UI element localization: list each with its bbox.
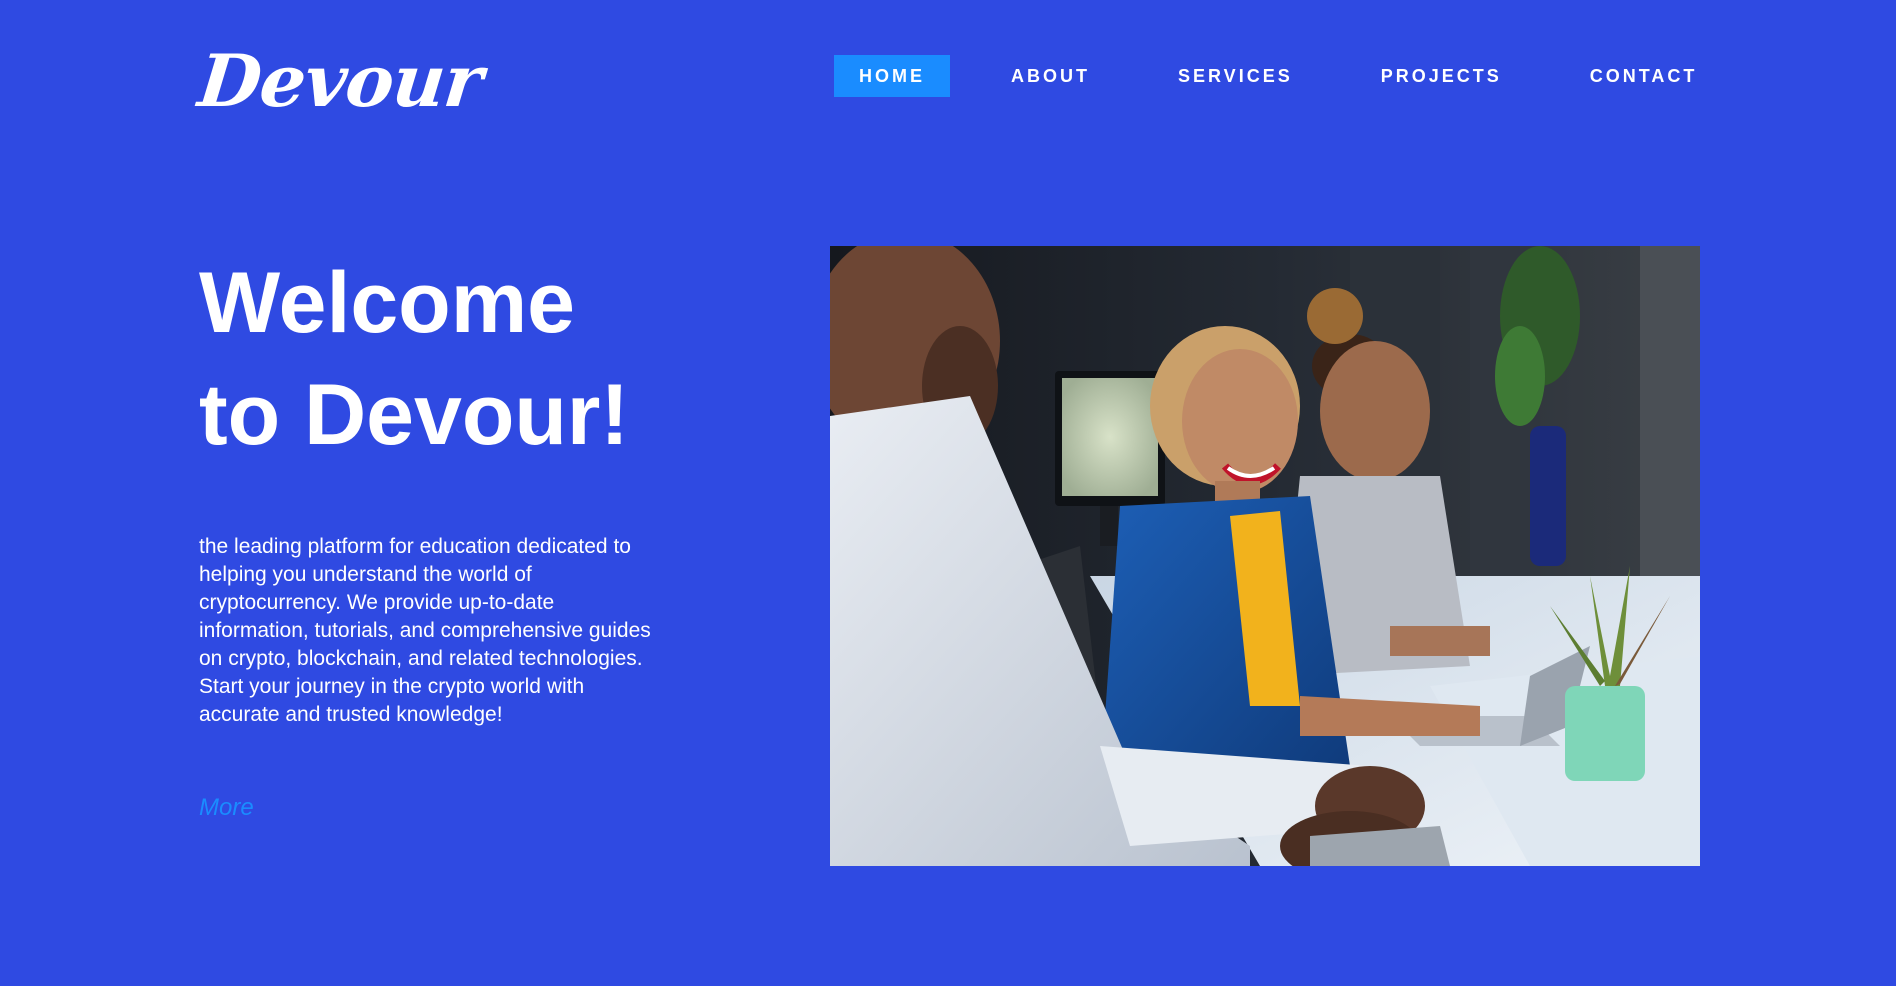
- more-link[interactable]: More: [199, 792, 254, 824]
- nav-item-contact[interactable]: CONTACT: [1590, 55, 1698, 97]
- office-workers-photo: [830, 246, 1700, 866]
- site-header: Devour HOME ABOUT SERVICES PROJECTS CONT…: [0, 0, 1896, 160]
- hero-description: the leading platform for education dedic…: [199, 535, 651, 726]
- hero-title-line-1: Welcome: [199, 255, 575, 351]
- nav-item-projects[interactable]: PROJECTS: [1381, 55, 1502, 97]
- brand-logo[interactable]: Devour: [194, 36, 486, 126]
- nav-item-about[interactable]: ABOUT: [1011, 55, 1090, 97]
- main-nav: HOME ABOUT SERVICES PROJECTS CONTACT: [834, 55, 1697, 97]
- hero-title: Welcome to Devour!: [199, 247, 629, 471]
- nav-item-home[interactable]: HOME: [834, 55, 950, 97]
- nav-item-services[interactable]: SERVICES: [1178, 55, 1293, 97]
- hero-photo: [830, 246, 1700, 866]
- hero-title-line-2: to Devour!: [199, 367, 629, 463]
